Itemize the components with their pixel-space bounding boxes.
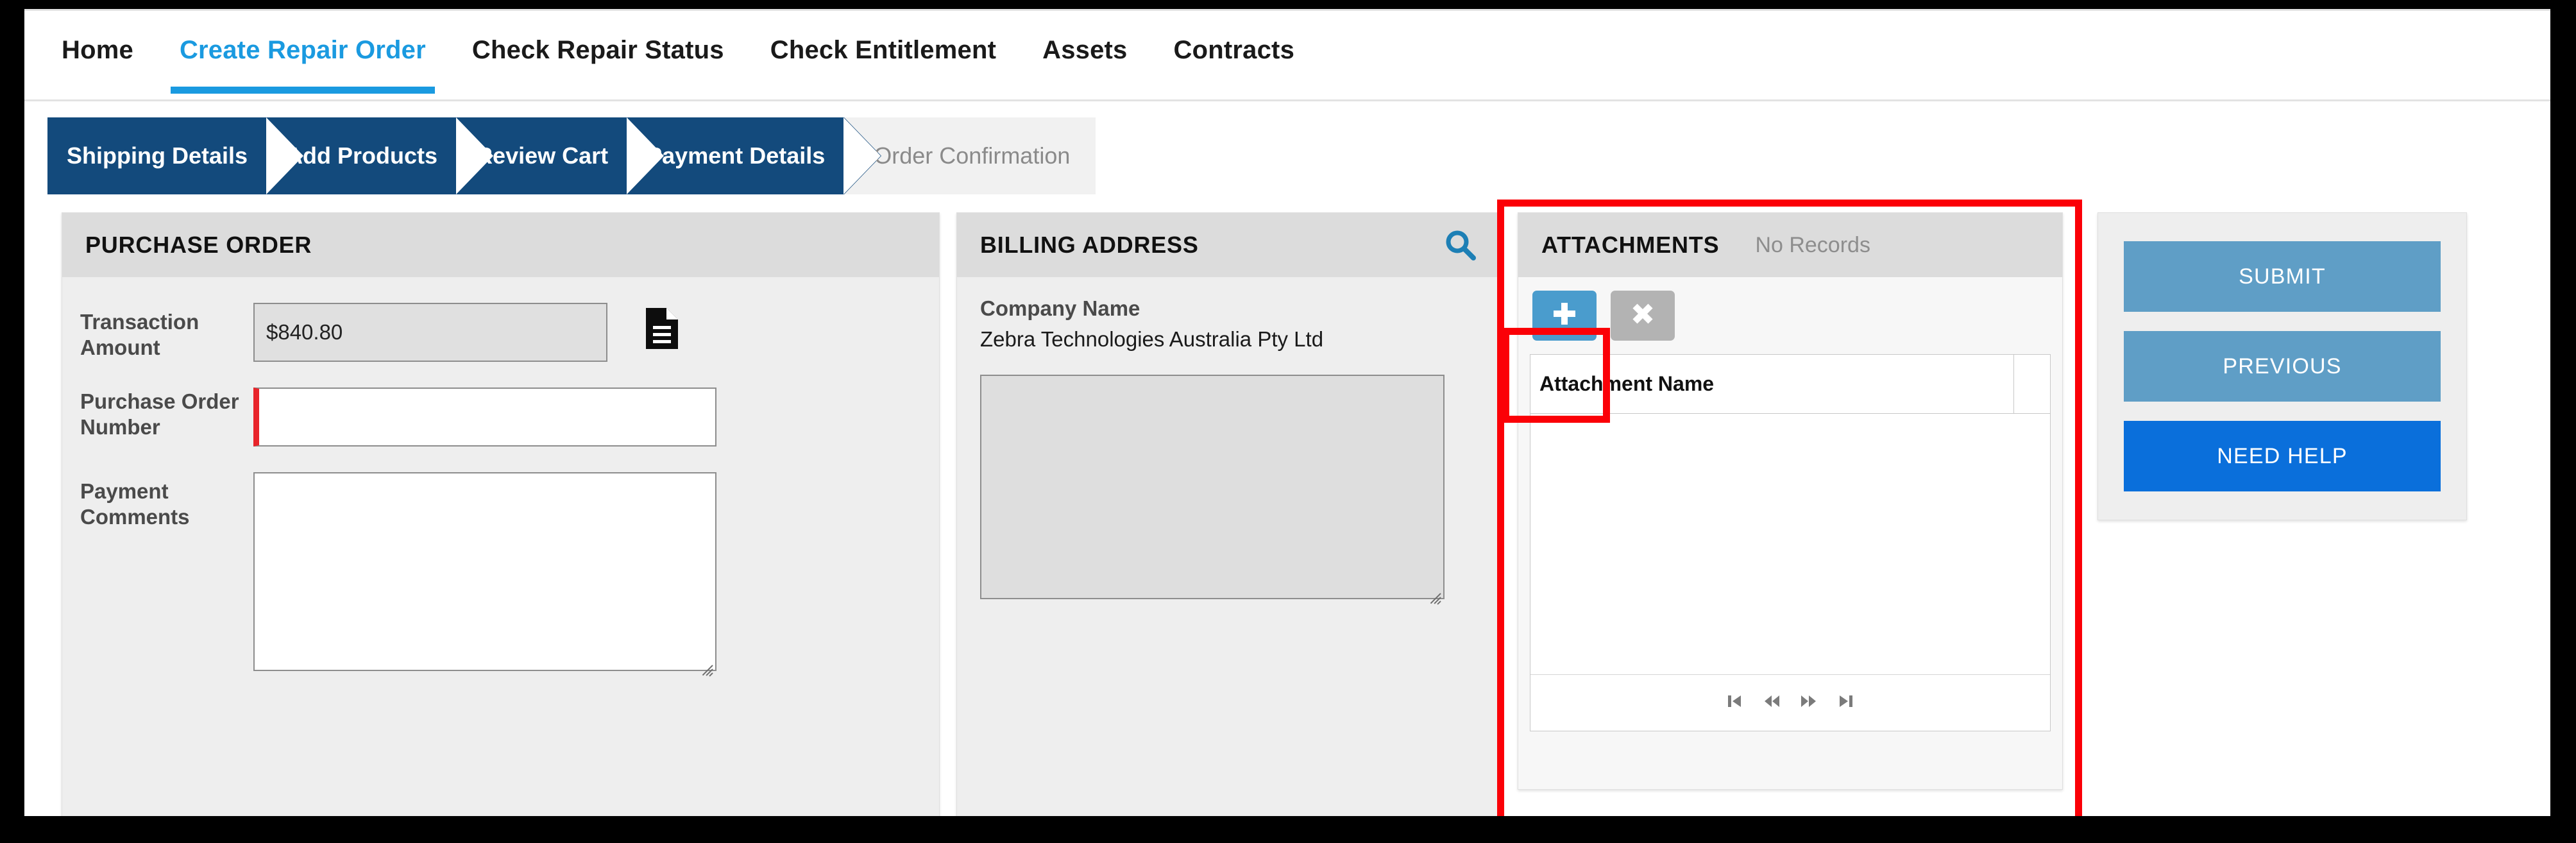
attachments-pager bbox=[1530, 674, 2050, 731]
nav-item-label: Check Repair Status bbox=[471, 35, 724, 64]
nav-item-check-entitlement[interactable]: Check Entitlement bbox=[770, 36, 996, 75]
nav-item-label: Contracts bbox=[1173, 35, 1295, 64]
attachments-grid-header: Attachment Name bbox=[1530, 355, 2050, 414]
transaction-amount-label: Transaction Amount bbox=[80, 310, 199, 360]
nav-item-create-repair-order[interactable]: Create Repair Order bbox=[170, 35, 435, 94]
nav-item-home[interactable]: Home bbox=[62, 36, 133, 75]
attachments-panel: ATTACHMENTS No Records Attachment Name bbox=[1518, 212, 2063, 790]
company-name-value: Zebra Technologies Australia Pty Ltd bbox=[980, 327, 1324, 351]
step-label: Shipping Details bbox=[67, 142, 248, 169]
resize-grip-icon bbox=[1424, 580, 1441, 605]
billing-address-textarea[interactable] bbox=[980, 375, 1445, 605]
step-payment-details[interactable]: Payment Details bbox=[627, 117, 882, 194]
first-page-button[interactable] bbox=[1725, 692, 1744, 714]
step-label: Review Cart bbox=[476, 142, 609, 169]
last-page-button[interactable] bbox=[1836, 692, 1856, 714]
next-page-button[interactable] bbox=[1799, 692, 1818, 714]
nav-item-label: Assets bbox=[1042, 35, 1128, 64]
po-number-label: Purchase Order Number bbox=[80, 389, 239, 439]
attachments-grid-body bbox=[1530, 414, 2050, 674]
previous-button[interactable]: PREVIOUS bbox=[2124, 331, 2441, 402]
payment-comments-label: Payment Comments bbox=[80, 479, 190, 529]
step-label: Payment Details bbox=[647, 142, 826, 169]
step-review-cart[interactable]: Review Cart bbox=[456, 117, 665, 194]
purchase-order-panel: PURCHASE ORDER Transaction Amount $840.8… bbox=[62, 212, 940, 816]
app-window: Home Create Repair Order Check Repair St… bbox=[24, 9, 2550, 816]
billing-address-title: BILLING ADDRESS bbox=[980, 232, 1199, 258]
step-add-products[interactable]: Add Products bbox=[266, 117, 495, 194]
nav-item-assets[interactable]: Assets bbox=[1042, 36, 1127, 75]
purchase-order-header: PURCHASE ORDER bbox=[62, 213, 939, 277]
transaction-amount-field: $840.80 bbox=[253, 303, 607, 362]
page-content: PURCHASE ORDER Transaction Amount $840.8… bbox=[24, 198, 2550, 816]
previous-page-button[interactable] bbox=[1762, 692, 1781, 714]
billing-address-body: Company Name Zebra Technologies Australi… bbox=[957, 277, 1500, 605]
attachments-grid: Attachment Name bbox=[1530, 354, 2051, 731]
payment-comments-row: Payment Comments bbox=[62, 472, 939, 677]
purchase-order-body: Transaction Amount $840.80 Purchase Orde… bbox=[62, 277, 939, 728]
nav-item-check-repair-status[interactable]: Check Repair Status bbox=[472, 36, 724, 75]
need-help-button[interactable]: NEED HELP bbox=[2124, 421, 2441, 491]
nav-item-label: Check Entitlement bbox=[770, 35, 997, 64]
step-shipping-details[interactable]: Shipping Details bbox=[47, 117, 305, 194]
add-attachment-button[interactable] bbox=[1532, 291, 1597, 341]
company-name-label: Company Name bbox=[980, 296, 1140, 320]
attachments-title: ATTACHMENTS bbox=[1541, 232, 1720, 258]
billing-address-header: BILLING ADDRESS bbox=[957, 213, 1500, 277]
po-number-input[interactable] bbox=[253, 387, 716, 447]
plus-icon bbox=[1550, 300, 1579, 332]
po-number-row: Purchase Order Number bbox=[62, 387, 939, 447]
search-icon[interactable] bbox=[1444, 228, 1477, 262]
submit-button[interactable]: SUBMIT bbox=[2124, 241, 2441, 312]
resize-grip-icon bbox=[696, 652, 713, 677]
nav-item-label: Home bbox=[62, 35, 133, 64]
column-header-spacer bbox=[2014, 355, 2050, 413]
payment-comments-input[interactable] bbox=[253, 472, 716, 677]
attachments-header: ATTACHMENTS No Records bbox=[1518, 213, 2062, 277]
attachments-wrapper: ATTACHMENTS No Records Attachment Name bbox=[1497, 200, 2082, 816]
delete-attachment-button[interactable] bbox=[1611, 291, 1675, 341]
purchase-order-title: PURCHASE ORDER bbox=[85, 232, 312, 258]
step-label: Order Confirmation bbox=[874, 142, 1071, 169]
close-icon bbox=[1629, 300, 1657, 332]
attachments-toolbar bbox=[1518, 277, 2062, 354]
checkout-step-bar: Shipping Details Add Products Review Car… bbox=[24, 117, 2550, 198]
main-navigation: Home Create Repair Order Check Repair St… bbox=[24, 9, 2550, 101]
nav-item-contracts[interactable]: Contracts bbox=[1174, 36, 1295, 75]
transaction-amount-row: Transaction Amount $840.80 bbox=[62, 303, 939, 362]
step-label: Add Products bbox=[286, 142, 438, 169]
attachments-status: No Records bbox=[1755, 232, 1870, 257]
step-order-confirmation[interactable]: Order Confirmation bbox=[843, 117, 1096, 194]
column-header-attachment-name[interactable]: Attachment Name bbox=[1530, 355, 2014, 413]
billing-address-panel: BILLING ADDRESS Company Name Zebra Techn… bbox=[956, 212, 1501, 816]
actions-panel: SUBMIT PREVIOUS NEED HELP bbox=[2097, 212, 2467, 520]
nav-item-label: Create Repair Order bbox=[179, 35, 426, 64]
document-icon[interactable] bbox=[645, 307, 679, 350]
